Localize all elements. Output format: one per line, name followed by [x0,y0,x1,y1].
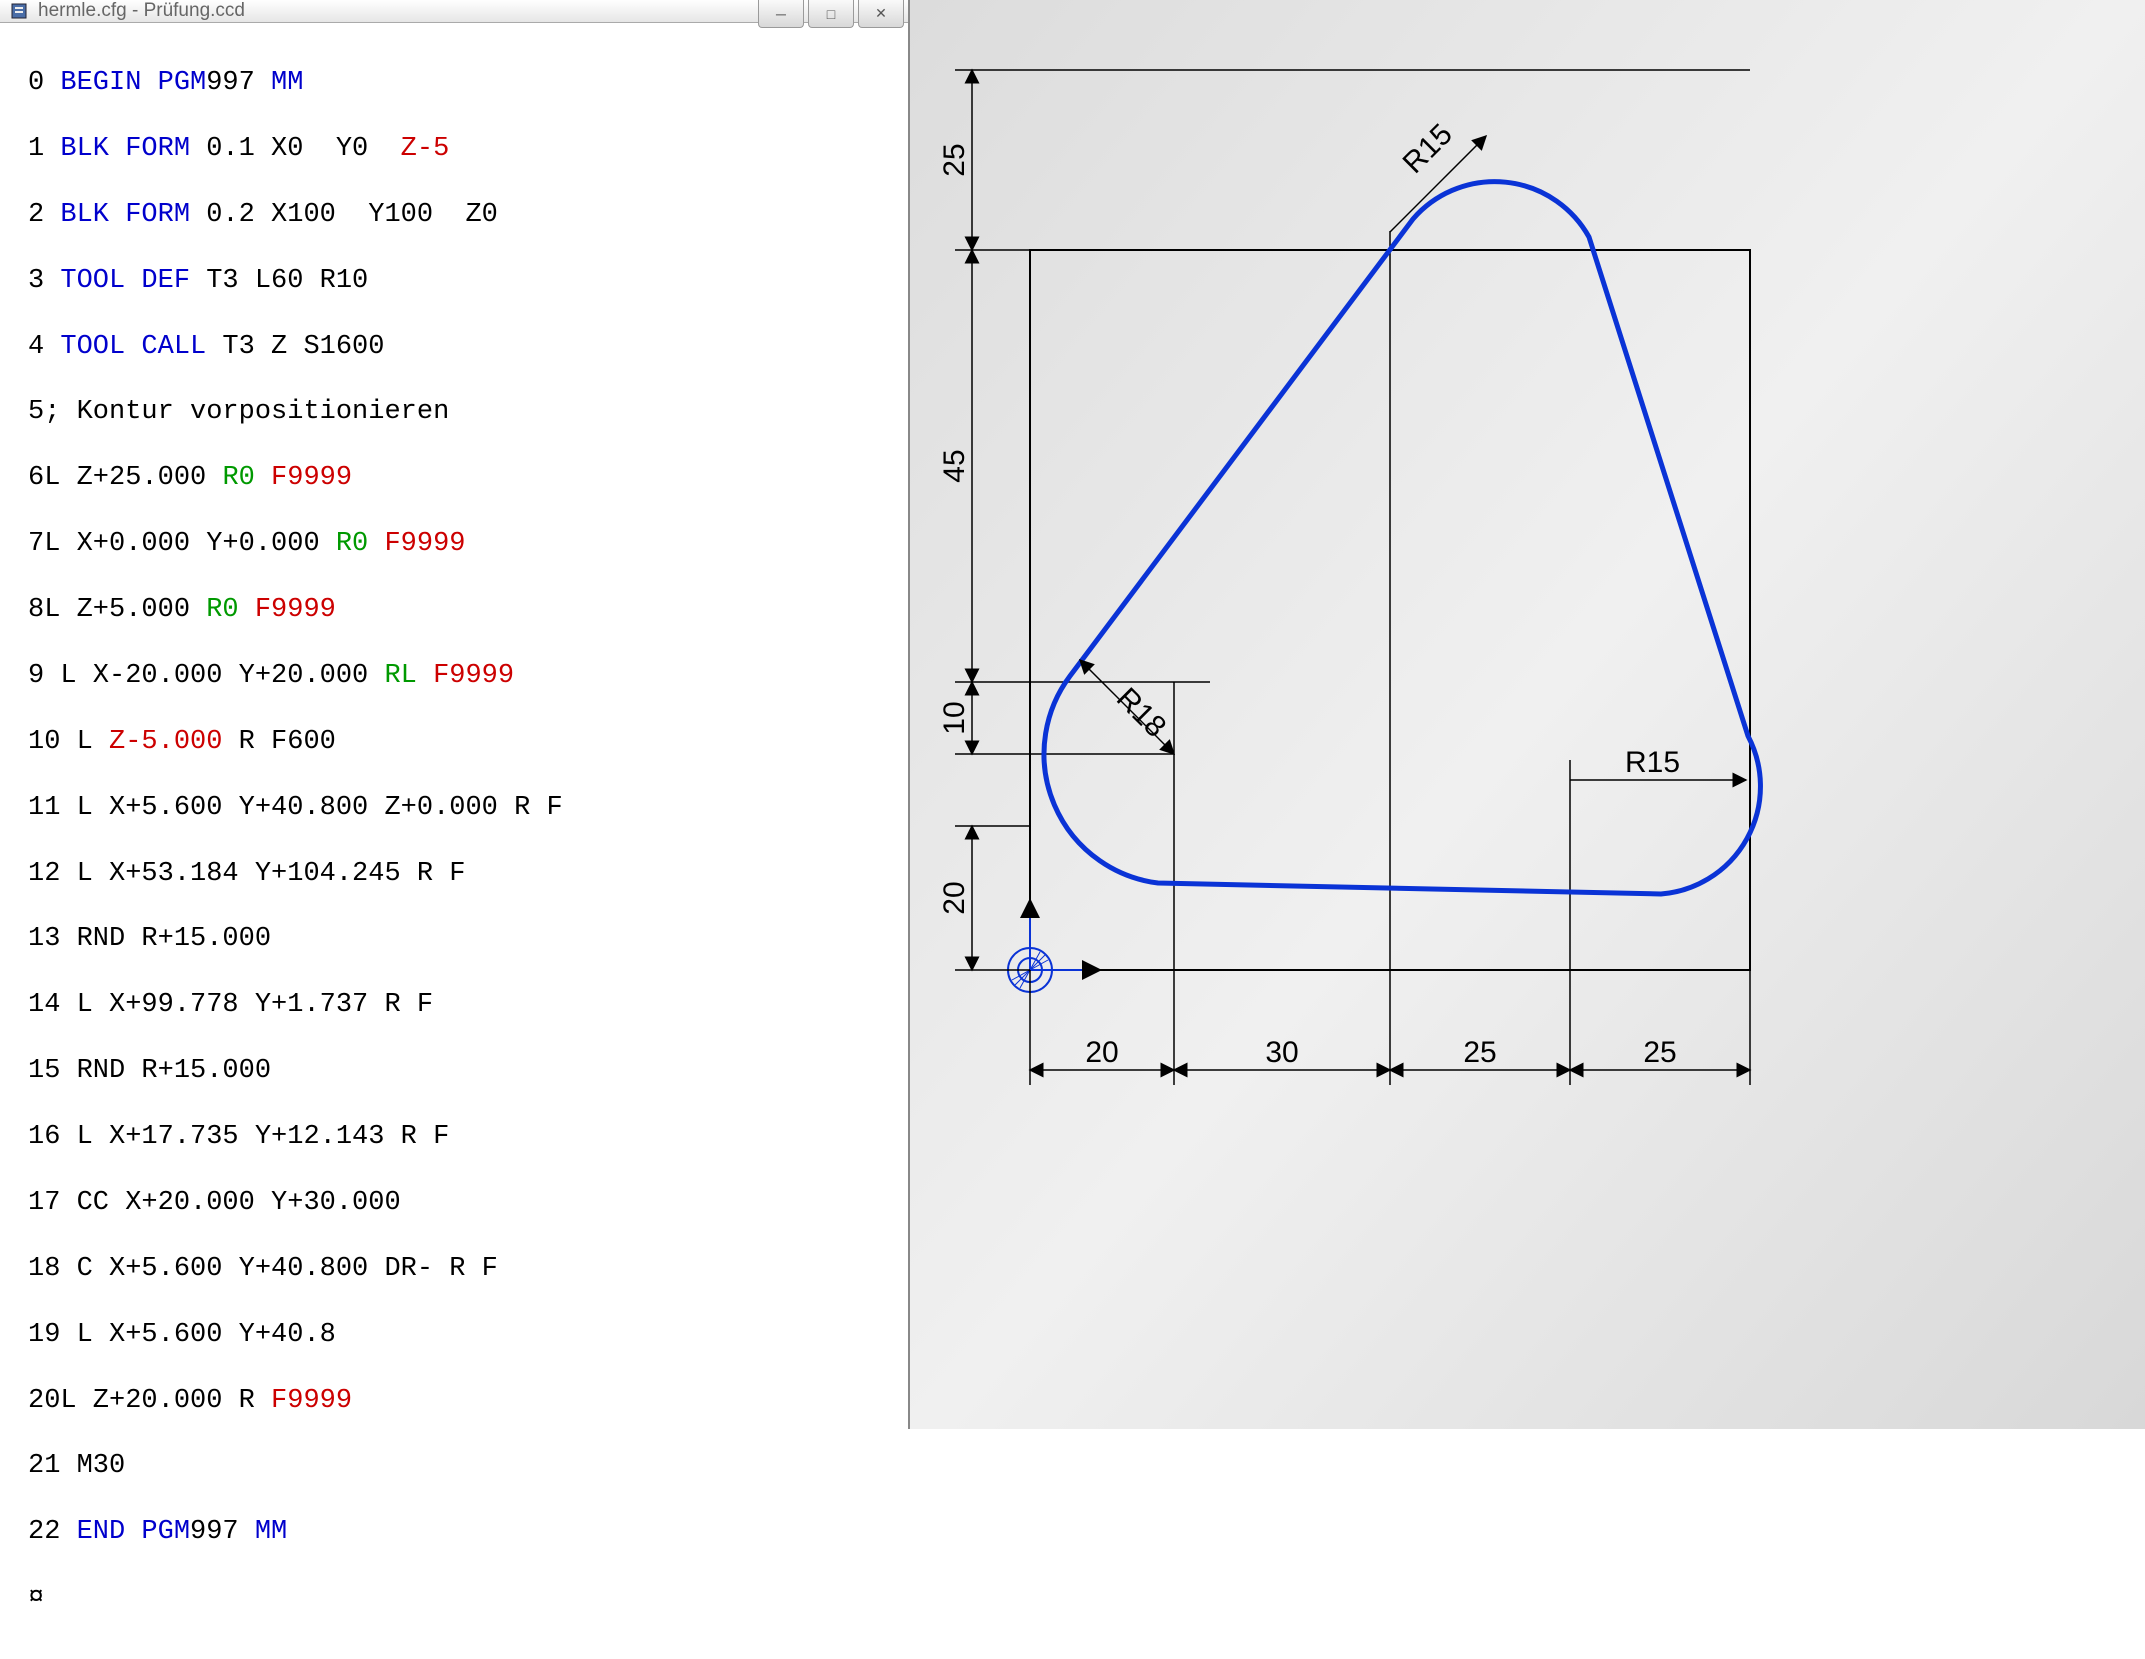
code-line[interactable]: 11 L X+5.600 Y+40.800 Z+0.000 R F [28,792,880,825]
code-line[interactable]: 20L Z+20.000 R F9999 [28,1385,880,1418]
part-contour [1044,182,1760,894]
eof-marker: ¤ [28,1582,880,1615]
radius-r15-bottom: R15 [1570,746,1746,780]
window-titlebar[interactable]: hermle.cfg - Prüfung.ccd ─ □ ✕ [0,0,908,23]
code-line[interactable]: 16 L X+17.735 Y+12.143 R F [28,1121,880,1154]
svg-text:25: 25 [938,143,971,176]
hdim: 30 [1174,1036,1390,1070]
app-icon [8,0,30,22]
vdim: 45 [938,250,972,682]
code-line[interactable]: 1 BLK FORM 0.1 X0 Y0 Z-5 [28,133,880,166]
vdim: 20 [938,826,972,970]
code-line[interactable]: 10 L Z-5.000 R F600 [28,726,880,759]
svg-text:25: 25 [1463,1036,1496,1069]
code-line[interactable]: 9 L X-20.000 Y+20.000 RL F9999 [28,660,880,693]
drawing-pane[interactable]: 20 30 25 25 20 10 45 25 R18 R15 R15 [910,0,2145,1429]
code-line[interactable]: 3 TOOL DEF T3 L60 R10 [28,265,880,298]
code-line[interactable]: 2 BLK FORM 0.2 X100 Y100 Z0 [28,199,880,232]
code-line[interactable]: 22 END PGM997 MM [28,1516,880,1549]
radius-r15-top: R15 [1390,118,1486,232]
origin-marker [1008,900,1100,992]
svg-text:25: 25 [1643,1036,1676,1069]
code-line[interactable]: 4 TOOL CALL T3 Z S1600 [28,331,880,364]
hdim: 25 [1390,1036,1570,1070]
window-maximize-button[interactable]: □ [808,0,854,28]
technical-drawing: 20 30 25 25 20 10 45 25 R18 R15 R15 [910,0,2145,1429]
code-line[interactable]: 17 CC X+20.000 Y+30.000 [28,1187,880,1220]
vdim: 10 [938,682,972,754]
code-line[interactable]: 6L Z+25.000 R0 F9999 [28,462,880,495]
code-line[interactable]: 5; Kontur vorpositionieren [28,396,880,429]
svg-text:R18: R18 [1110,682,1172,744]
editor-pane: hermle.cfg - Prüfung.ccd ─ □ ✕ 0 BEGIN P… [0,0,910,1429]
vdim: 25 [938,70,972,250]
code-line[interactable]: 21 M30 [28,1450,880,1483]
code-line[interactable]: 14 L X+99.778 Y+1.737 R F [28,989,880,1022]
window-controls: ─ □ ✕ [758,0,908,22]
code-line[interactable]: 0 BEGIN PGM997 MM [28,67,880,100]
code-line[interactable]: 15 RND R+15.000 [28,1055,880,1088]
hdim: 20 [1030,1036,1174,1070]
window-minimize-button[interactable]: ─ [758,0,804,28]
hdim: 25 [1570,1036,1750,1070]
svg-text:10: 10 [938,701,971,734]
svg-text:R15: R15 [1397,118,1459,180]
code-line[interactable]: 12 L X+53.184 Y+104.245 R F [28,858,880,891]
svg-text:45: 45 [938,449,971,482]
svg-text:R15: R15 [1625,746,1680,779]
code-line[interactable]: 7L X+0.000 Y+0.000 R0 F9999 [28,528,880,561]
code-line[interactable]: 19 L X+5.600 Y+40.8 [28,1319,880,1352]
svg-text:20: 20 [938,881,971,914]
radius-r18: R18 [1080,660,1174,754]
code-line[interactable]: 13 RND R+15.000 [28,923,880,956]
code-line[interactable]: 18 C X+5.600 Y+40.800 DR- R F [28,1253,880,1286]
code-line[interactable]: 8L Z+5.000 R0 F9999 [28,594,880,627]
window-close-button[interactable]: ✕ [858,0,904,28]
svg-text:30: 30 [1265,1036,1298,1069]
nc-code-editor[interactable]: 0 BEGIN PGM997 MM 1 BLK FORM 0.1 X0 Y0 Z… [0,23,908,1659]
window-title: hermle.cfg - Prüfung.ccd [38,0,245,22]
svg-text:20: 20 [1085,1036,1118,1069]
